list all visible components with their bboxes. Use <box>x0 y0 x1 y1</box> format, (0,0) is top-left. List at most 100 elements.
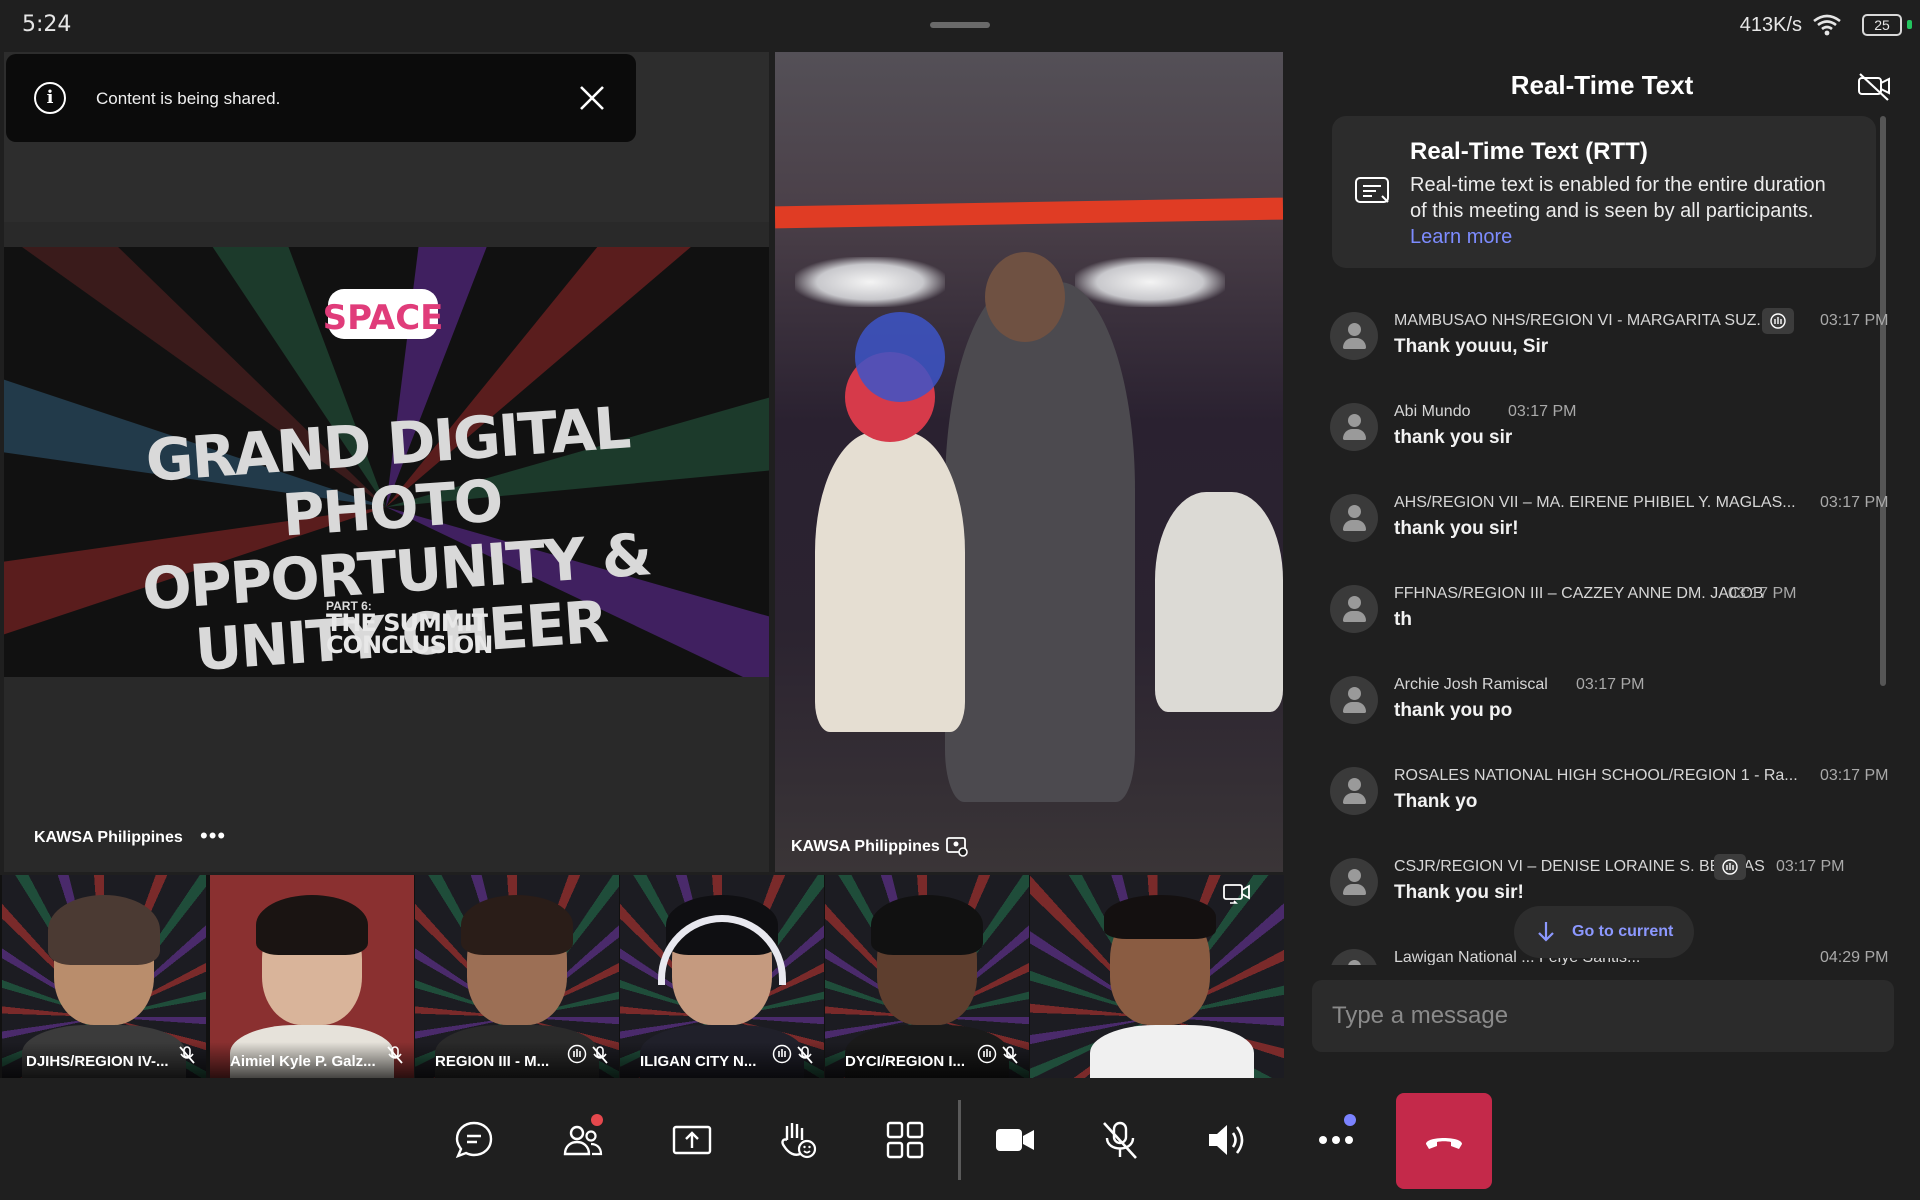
status-time: 5:24 <box>22 12 72 37</box>
message-text: thank you sir! <box>1394 518 1519 539</box>
message-sender: MAMBUSAO NHS/REGION VI - MARGARITA SUZ..… <box>1394 312 1770 329</box>
avatar <box>1330 312 1378 360</box>
space-logo: SPACE <box>323 275 443 355</box>
rtt-message: FFHNAS/REGION III – CAZZEY ANNE DM. JACO… <box>1330 575 1905 661</box>
notification-dot <box>591 1114 603 1126</box>
participant-name: ILIGAN CITY N... <box>640 1053 757 1070</box>
camera-button[interactable] <box>985 1110 1045 1170</box>
participant-hair <box>461 895 573 955</box>
mic-off-icon <box>1001 1046 1019 1069</box>
participant-name: DYCI/REGION I... <box>845 1053 966 1070</box>
drag-handle[interactable] <box>930 22 990 28</box>
rtt-card-title: Real-Time Text (RTT) <box>1410 138 1648 165</box>
avatar <box>1330 585 1378 633</box>
message-text: Thank you sir! <box>1394 882 1524 903</box>
speaker-button[interactable] <box>1197 1110 1257 1170</box>
avatar <box>1330 403 1378 451</box>
go-to-current-button[interactable]: Go to current <box>1514 906 1694 958</box>
space-logo-text: SPACE <box>324 298 442 338</box>
switch-camera-icon[interactable] <box>1222 881 1252 912</box>
camera-icon <box>996 1129 1034 1151</box>
message-time: 03:17 PM <box>1728 585 1797 602</box>
rtt-icon <box>1354 174 1392 213</box>
message-text: thank you po <box>1394 700 1513 721</box>
message-time: 04:29 PM <box>1820 949 1889 965</box>
rtt-message: Archie Josh Ramiscal 03:17 PM thank you … <box>1330 666 1905 752</box>
chat-icon <box>455 1121 493 1159</box>
slide-subtitle-line-2: CONCLUSION <box>326 631 493 659</box>
message-text: Thank yo <box>1394 791 1478 812</box>
raised-hand-icon <box>977 1044 997 1069</box>
arrow-down-icon <box>1536 920 1556 949</box>
rtt-card-body: Real-time text is enabled for the entire… <box>1410 172 1830 250</box>
learn-more-link[interactable]: Learn more <box>1410 226 1512 248</box>
chat-button[interactable] <box>444 1110 504 1170</box>
notification-dot <box>1344 1114 1356 1126</box>
participant-hair <box>1104 895 1216 939</box>
participant-tile[interactable]: REGION III - M... <box>415 875 619 1078</box>
participant-hair <box>48 895 160 965</box>
speaker-video-tile[interactable]: KAWSA Philippines <box>775 52 1283 872</box>
slide-subtitle: THE SUMMIT CONCLUSION <box>326 611 493 659</box>
presenter-name: KAWSA Philippines <box>34 829 183 846</box>
message-time: 03:17 PM <box>1576 676 1645 693</box>
share-screen-button[interactable] <box>662 1110 722 1170</box>
avatar <box>1330 676 1378 724</box>
shared-content-tile[interactable]: SPACE GRAND DIGITAL PHOTO OPPORTUNITY & … <box>4 52 769 872</box>
content-shared-toast: i Content is being shared. <box>6 54 636 142</box>
participant-tile[interactable]: ILIGAN CITY N... <box>620 875 824 1078</box>
participant-tile[interactable]: DYCI/REGION I... <box>825 875 1029 1078</box>
close-icon[interactable] <box>578 84 606 112</box>
message-sender: Archie Josh Ramiscal <box>1394 676 1548 693</box>
message-sender: FFHNAS/REGION III – CAZZEY ANNE DM. JACO… <box>1394 585 1764 602</box>
hand-raised-tag-icon <box>1714 854 1746 880</box>
hang-up-button[interactable] <box>1396 1093 1492 1189</box>
mic-off-icon <box>178 1046 196 1069</box>
message-sender: ROSALES NATIONAL HIGH SCHOOL/REGION 1 - … <box>1394 767 1798 784</box>
rtt-card-text: Real-time text is enabled for the entire… <box>1410 174 1826 222</box>
message-time: 03:17 PM <box>1820 494 1889 511</box>
more-button[interactable] <box>1306 1110 1366 1170</box>
message-sender: CSJR/REGION VI – DENISE LORAINE S. BERNA… <box>1394 858 1765 875</box>
spotlight-icon <box>945 836 969 863</box>
controls-divider <box>958 1100 961 1180</box>
message-sender: Abi Mundo <box>1394 403 1471 420</box>
share-screen-icon <box>672 1125 712 1155</box>
layout-button[interactable] <box>875 1110 935 1170</box>
microphone-button[interactable] <box>1090 1110 1150 1170</box>
message-time: 03:17 PM <box>1508 403 1577 420</box>
avatar <box>1330 494 1378 542</box>
raised-hand-icon <box>772 1044 792 1069</box>
mic-off-icon <box>796 1046 814 1069</box>
message-sender: AHS/REGION VII – MA. EIRENE PHIBIEL Y. M… <box>1394 494 1796 511</box>
battery-indicator: 25 <box>1862 14 1902 36</box>
rtt-panel: Real-Time Text Real-Time Text (RTT) Real… <box>1284 52 1920 1080</box>
participant-tile[interactable]: DJIHS/REGION IV-... <box>2 875 206 1078</box>
video-participant-name: KAWSA Philippines <box>791 838 940 855</box>
call-controls <box>0 1080 1920 1200</box>
raise-hand-icon <box>781 1123 817 1159</box>
video-person-right <box>1155 492 1283 712</box>
camera-off-icon[interactable] <box>1856 70 1892 107</box>
hand-raised-tag-icon <box>1762 308 1794 334</box>
rtt-message: ROSALES NATIONAL HIGH SCHOOL/REGION 1 - … <box>1330 757 1905 843</box>
raise-hand-button[interactable] <box>767 1110 827 1170</box>
mic-off-icon <box>591 1046 609 1069</box>
message-text: th <box>1394 609 1412 630</box>
participant-name: DJIHS/REGION IV-... <box>26 1053 169 1070</box>
more-options-button[interactable]: ••• <box>200 823 226 849</box>
avatar <box>1330 949 1378 965</box>
layout-icon <box>886 1121 924 1159</box>
participants-button[interactable] <box>553 1110 613 1170</box>
info-icon: i <box>34 82 66 114</box>
participant-tile[interactable]: Aimiel Kyle P. Galz... <box>210 875 414 1078</box>
message-input[interactable] <box>1332 980 1872 1052</box>
rtt-message: MAMBUSAO NHS/REGION VI - MARGARITA SUZ..… <box>1330 302 1905 388</box>
message-text: thank you sir <box>1394 427 1513 448</box>
speaker-icon <box>1209 1125 1244 1155</box>
video-person-left <box>815 432 965 732</box>
participant-name: REGION III - M... <box>435 1053 550 1070</box>
wifi-icon <box>1812 13 1842 42</box>
mic-off-icon <box>1103 1121 1137 1159</box>
network-speed: 413K/s <box>1739 14 1802 36</box>
